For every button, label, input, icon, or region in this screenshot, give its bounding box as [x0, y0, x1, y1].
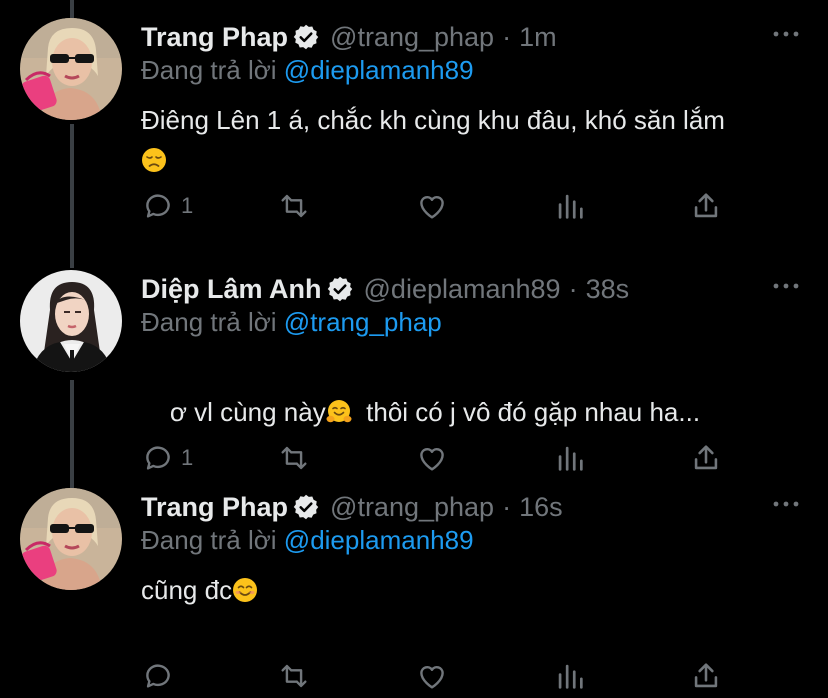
verified-badge-icon [292, 23, 320, 51]
tweet[interactable]: Trang Phap @trang_phap · 16s Đang trả lờ… [0, 470, 828, 690]
analytics-button[interactable] [553, 658, 587, 694]
tweet-text: cũng đc [141, 570, 791, 610]
tweet[interactable]: Diệp Lâm Anh @dieplamanh89 · 38s Đang tr… [0, 252, 828, 472]
tweet[interactable]: Trang Phap @trang_phap · 1m Đang trả lời… [0, 0, 828, 220]
share-button[interactable] [689, 188, 723, 224]
smiling-face-emoji [232, 574, 258, 602]
analytics-icon [558, 194, 583, 219]
tweet-body: Điêng Lên 1 á, chắc kh cùng khu đâu, khó… [141, 105, 725, 135]
more-options-icon[interactable] [772, 24, 800, 44]
tweet-header: Diệp Lâm Anh @dieplamanh89 · 38s [141, 272, 629, 306]
replying-to-label: Đang trả lời [141, 307, 277, 337]
like-button[interactable] [415, 658, 449, 694]
reply-mention-link[interactable]: @dieplamanh89 [284, 525, 474, 555]
avatar[interactable] [20, 488, 122, 590]
username-handle[interactable]: @trang_phap [330, 492, 494, 523]
share-icon [694, 663, 718, 688]
tweet-actions: 1 [141, 188, 741, 228]
separator-dot: · [502, 491, 512, 522]
retweet-icon [281, 664, 307, 688]
separator-dot: · [502, 21, 512, 52]
reply-icon [146, 194, 170, 218]
display-name[interactable]: Trang Phap [141, 492, 288, 523]
timestamp[interactable]: 38s [586, 274, 630, 305]
heart-icon [420, 666, 444, 689]
replying-to-label: Đang trả lời [141, 525, 277, 555]
replying-to: Đang trả lời @dieplamanh89 [141, 525, 474, 556]
reply-icon [146, 664, 170, 688]
reply-mention-link[interactable]: @dieplamanh89 [284, 55, 474, 85]
verified-badge-icon [292, 493, 320, 521]
username-handle[interactable]: @dieplamanh89 [364, 274, 561, 305]
disappointed-face-emoji [141, 144, 167, 172]
analytics-button[interactable] [553, 188, 587, 224]
tweet-text: Điêng Lên 1 á, chắc kh cùng khu đâu, khó… [141, 100, 791, 180]
reply-button[interactable] [141, 658, 181, 694]
username-handle[interactable]: @trang_phap [330, 22, 494, 53]
reply-count: 1 [181, 193, 194, 218]
tweet-body: cũng đc [141, 575, 233, 605]
avatar[interactable] [20, 270, 122, 372]
analytics-icon [558, 664, 583, 689]
heart-icon [420, 196, 444, 219]
tweet-body-end: thôi có j vô đó gặp nhau ha... [351, 397, 701, 427]
retweet-button[interactable] [277, 658, 311, 694]
hugging-face-emoji [326, 396, 352, 423]
display-name[interactable]: Diệp Lâm Anh [141, 274, 322, 305]
replying-to: Đang trả lời @dieplamanh89 [141, 55, 474, 86]
reply-button[interactable]: 1 [141, 188, 193, 224]
timestamp[interactable]: 16s [519, 492, 563, 523]
tweet-header: Trang Phap @trang_phap · 16s [141, 490, 563, 524]
avatar[interactable] [20, 18, 122, 120]
retweet-button[interactable] [277, 188, 311, 224]
more-options-icon[interactable] [772, 494, 800, 514]
replying-to: Đang trả lời @trang_phap [141, 307, 442, 338]
display-name[interactable]: Trang Phap [141, 22, 288, 53]
separator-dot: · [568, 273, 578, 304]
reply-count: 1 [181, 445, 194, 470]
share-button[interactable] [689, 658, 723, 694]
more-options-icon[interactable] [772, 276, 800, 296]
replying-to-label: Đang trả lời [141, 55, 277, 85]
reply-mention-link[interactable]: @trang_phap [284, 307, 442, 337]
tweet-actions [141, 658, 741, 698]
share-icon [694, 193, 718, 218]
like-button[interactable] [415, 188, 449, 224]
verified-badge-icon [326, 275, 354, 303]
tweet-body-start: ơ vl cùng này [169, 397, 326, 427]
retweet-icon [281, 194, 307, 218]
tweet-header: Trang Phap @trang_phap · 1m [141, 20, 557, 54]
timestamp[interactable]: 1m [519, 22, 557, 53]
